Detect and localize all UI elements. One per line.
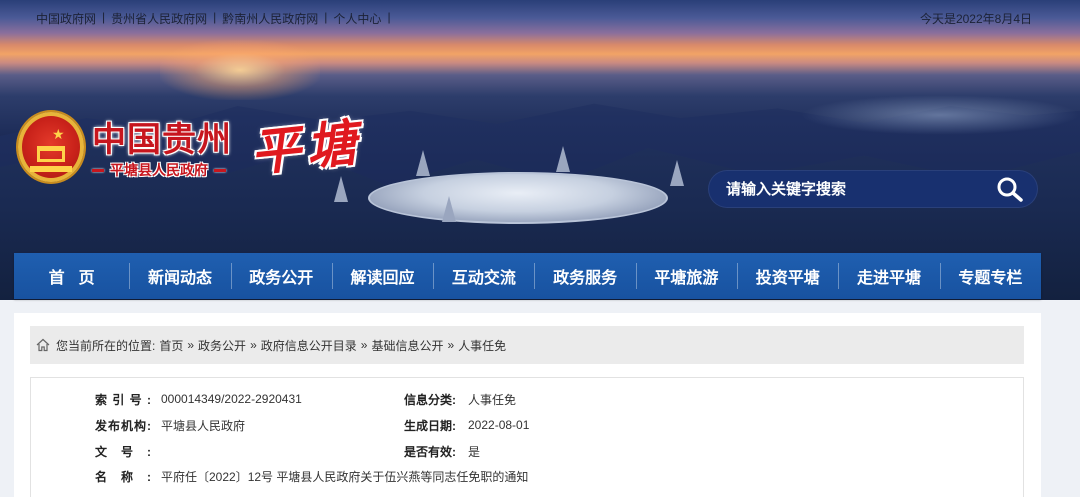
valid-label: 是否有效:: [404, 444, 456, 459]
telescope-tower: [416, 150, 430, 176]
nav-investment[interactable]: 投资平塘: [737, 253, 838, 299]
breadcrumb-separator: »: [187, 338, 195, 352]
search-input[interactable]: [726, 179, 976, 199]
telescope-tower: [334, 176, 348, 202]
nav-home[interactable]: 首页: [14, 253, 129, 299]
info-row-index: 索引号: 000014349/2022-2920431: [95, 390, 302, 408]
name-label: 名称:: [95, 469, 151, 484]
link-guizhou-gov[interactable]: 贵州省人民政府网: [111, 10, 207, 27]
breadcrumb-personnel[interactable]: 人事任免: [458, 337, 506, 354]
top-links: 中国政府网 | 贵州省人民政府网 | 黔南州人民政府网 | 个人中心 |: [36, 10, 397, 27]
link-qiannan-gov[interactable]: 黔南州人民政府网: [222, 10, 318, 27]
link-separator: |: [387, 10, 391, 24]
nav-about[interactable]: 走进平塘: [838, 253, 939, 299]
date-value: 2022-08-01: [468, 418, 530, 432]
telescope-tower: [442, 196, 456, 222]
category-label: 信息分类:: [404, 392, 456, 407]
fast-telescope-dish: [368, 172, 668, 224]
breadcrumb: 您当前所在的位置: 首页 » 政务公开 » 政府信息公开目录 » 基础信息公开 …: [30, 326, 1024, 364]
county-calligraphy: 平塘: [247, 112, 366, 183]
publisher-label: 发布机构:: [95, 418, 151, 433]
main-nav: 首页 新闻动态 政务公开 解读回应 互动交流 政务服务 平塘旅游 投资平塘 走进…: [14, 253, 1041, 299]
search-box: [708, 170, 1038, 208]
info-row-publisher: 发布机构: 平塘县人民政府: [95, 416, 245, 434]
nav-topics[interactable]: 专题专栏: [939, 253, 1041, 299]
main-content: 您当前所在的位置: 首页 » 政务公开 » 政府信息公开目录 » 基础信息公开 …: [14, 313, 1041, 497]
breadcrumb-home[interactable]: 首页: [159, 337, 183, 354]
search-icon[interactable]: [996, 176, 1024, 202]
nav-news[interactable]: 新闻动态: [129, 253, 230, 299]
index-value: 000014349/2022-2920431: [161, 392, 302, 406]
breadcrumb-separator: »: [447, 338, 455, 352]
link-gov-cn[interactable]: 中国政府网: [36, 10, 96, 27]
site-subtitle: 平塘县人民政府: [110, 162, 208, 178]
link-separator: |: [324, 10, 328, 24]
nav-gov-affairs[interactable]: 政务公开: [230, 253, 332, 299]
link-separator: |: [213, 10, 217, 24]
docno-label: 文号:: [95, 444, 151, 459]
category-value: 人事任免: [468, 392, 517, 407]
info-row-date: 生成日期: 2022-08-01: [404, 416, 529, 434]
breadcrumb-prefix: 您当前所在的位置:: [56, 338, 156, 353]
telescope-tower: [670, 160, 684, 186]
site-title: 中国贵州: [92, 120, 232, 160]
index-label: 索引号:: [95, 392, 151, 407]
name-value: 平府任〔2022〕12号 平塘县人民政府关于伍兴燕等同志任免职的通知: [161, 469, 529, 484]
nav-services[interactable]: 政务服务: [534, 253, 635, 299]
mist: [800, 95, 1080, 135]
date-label: 生成日期:: [404, 418, 456, 433]
breadcrumb-catalog[interactable]: 政府信息公开目录: [261, 337, 357, 354]
info-row-docno: 文号:: [95, 442, 161, 460]
info-row-valid: 是否有效: 是: [404, 442, 480, 460]
publisher-value: 平塘县人民政府: [161, 418, 246, 433]
link-separator: |: [102, 10, 106, 24]
document-info-table: 索引号: 000014349/2022-2920431 信息分类: 人事任免 发…: [30, 377, 1024, 497]
info-row-category: 信息分类: 人事任免: [404, 390, 516, 408]
breadcrumb-basic-info[interactable]: 基础信息公开: [371, 337, 443, 354]
today-date: 今天是2022年8月4日: [919, 12, 1032, 26]
breadcrumb-separator: »: [360, 338, 368, 352]
nav-interpretation[interactable]: 解读回应: [331, 253, 433, 299]
home-icon: [36, 338, 50, 352]
info-row-name: 名称: 平府任〔2022〕12号 平塘县人民政府关于伍兴燕等同志任免职的通知: [95, 467, 528, 485]
telescope-tower: [556, 146, 570, 172]
dash-decoration: [92, 168, 104, 172]
link-personal-center[interactable]: 个人中心: [333, 10, 381, 27]
national-emblem-icon: ★: [18, 112, 84, 182]
dash-decoration: [214, 168, 226, 172]
nav-tourism[interactable]: 平塘旅游: [635, 253, 737, 299]
site-subtitle-wrap: 平塘县人民政府: [92, 160, 226, 180]
breadcrumb-gov-affairs[interactable]: 政务公开: [198, 337, 246, 354]
breadcrumb-separator: »: [250, 338, 257, 352]
sunset-glow: [160, 40, 320, 100]
valid-value: 是: [468, 444, 481, 459]
nav-interaction[interactable]: 互动交流: [433, 253, 534, 299]
